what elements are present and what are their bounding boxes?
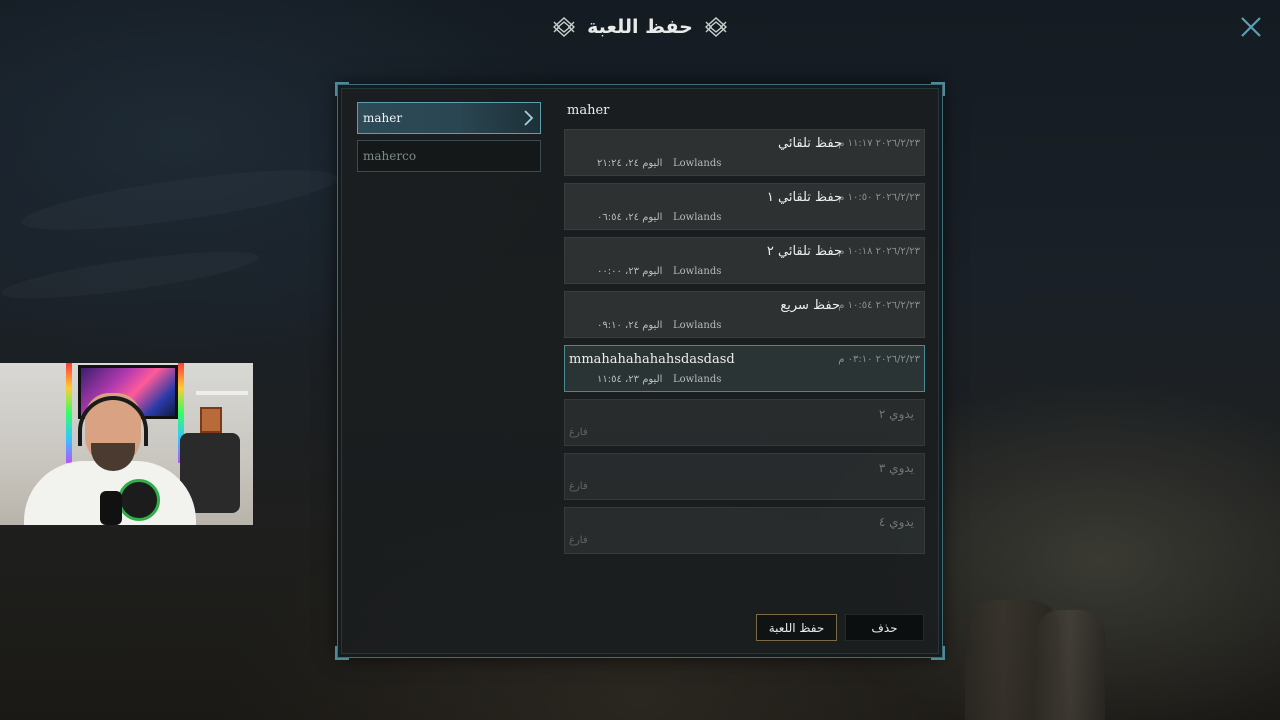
profile-label: maherco — [363, 149, 417, 163]
slot-name: يدوي ٣ — [878, 461, 914, 475]
empty-save-slot[interactable]: يدوي ٢ فارغ — [564, 399, 925, 446]
save-slot-selected[interactable]: ٢٠٢٦/٢/٢٣ ٠٣:١٠ م mmahahahahahsdasdasd L… — [564, 345, 925, 392]
save-game-panel: maher maherco maher ٢٠٢٦/٢/٢٣ ١١:١٧ م حف… — [335, 82, 945, 660]
slot-name: يدوي ٤ — [878, 515, 914, 529]
slot-name: يدوي ٢ — [878, 407, 914, 421]
panel-corner-ornament — [335, 646, 349, 660]
background-shelf — [196, 391, 248, 395]
panel-corner-ornament — [335, 82, 349, 96]
background-tree-trunk — [1035, 610, 1105, 720]
profile-item-maher[interactable]: maher — [357, 102, 541, 134]
slot-playtime: اليوم ٢٤، ٠٩:١٠ — [597, 320, 663, 331]
selected-profile-title: maher — [567, 103, 610, 118]
slot-location: Lowlands — [673, 158, 722, 169]
slot-playtime: اليوم ٢٤، ٢١:٢٤ — [597, 158, 663, 169]
background-cloud — [0, 242, 261, 308]
background-box — [200, 407, 222, 433]
slot-location: Lowlands — [673, 212, 722, 223]
slot-location: Lowlands — [673, 320, 722, 331]
chevron-right-icon — [524, 110, 534, 126]
slot-playtime: اليوم ٢٣، ٠٠:٠٠ — [597, 266, 663, 277]
webcam-overlay — [0, 363, 253, 525]
panel-corner-ornament — [931, 82, 945, 96]
knot-ornament-icon — [704, 17, 727, 37]
slot-name: حفظ تلقائي ٢ — [766, 244, 842, 259]
slot-name: حفظ تلقائي ١ — [766, 190, 842, 205]
save-game-button[interactable]: حفظ اللعبة — [756, 614, 837, 641]
delete-button[interactable]: حذف — [845, 614, 924, 641]
save-slot[interactable]: ٢٠٢٦/٢/٢٣ ١١:١٧ م حفظ تلقائي Lowlands ال… — [564, 129, 925, 176]
slot-location: Lowlands — [673, 374, 722, 385]
window-title-bar: حفظ اللعبة — [0, 12, 1280, 42]
profile-label: maher — [363, 111, 403, 125]
profile-item-maherco[interactable]: maherco — [357, 140, 541, 172]
slot-name: mmahahahahahsdasdasd — [569, 352, 735, 367]
shirt-logo — [118, 479, 160, 521]
empty-save-slot[interactable]: يدوي ٤ فارغ — [564, 507, 925, 554]
save-slot[interactable]: ٢٠٢٦/٢/٢٣ ١٠:٥٤ م حفظ سريع Lowlands اليو… — [564, 291, 925, 338]
slot-empty-status: فارغ — [569, 427, 588, 438]
slot-date: ٢٠٢٦/٢/٢٣ ١٠:٥٠ م — [838, 192, 920, 203]
page-title: حفظ اللعبة — [587, 16, 693, 38]
slot-location: Lowlands — [673, 266, 722, 277]
save-slot[interactable]: ٢٠٢٦/٢/٢٣ ١٠:١٨ م حفظ تلقائي ٢ Lowlands … — [564, 237, 925, 284]
slot-playtime: اليوم ٢٤، ٠٦:٥٤ — [597, 212, 663, 223]
slot-playtime: اليوم ٢٣، ١١:٥٤ — [597, 374, 663, 385]
panel-corner-ornament — [931, 646, 945, 660]
slot-empty-status: فارغ — [569, 481, 588, 492]
slot-date: ٢٠٢٦/٢/٢٣ ١١:١٧ م — [838, 138, 920, 149]
slot-date: ٢٠٢٦/٢/٢٣ ١٠:١٨ م — [838, 246, 920, 257]
save-slot[interactable]: ٢٠٢٦/٢/٢٣ ١٠:٥٠ م حفظ تلقائي ١ Lowlands … — [564, 183, 925, 230]
knot-ornament-icon — [553, 17, 576, 37]
slot-empty-status: فارغ — [569, 535, 588, 546]
rgb-light-strip — [66, 363, 72, 463]
microphone — [100, 491, 122, 525]
slot-name: حفظ سريع — [780, 298, 840, 313]
slot-date: ٢٠٢٦/٢/٢٣ ٠٣:١٠ م — [838, 354, 920, 365]
slot-name: حفظ تلقائي — [778, 136, 842, 151]
background-cloud — [18, 157, 342, 243]
empty-save-slot[interactable]: يدوي ٣ فارغ — [564, 453, 925, 500]
close-x-icon[interactable] — [1238, 14, 1264, 40]
slot-date: ٢٠٢٦/٢/٢٣ ١٠:٥٤ م — [838, 300, 920, 311]
